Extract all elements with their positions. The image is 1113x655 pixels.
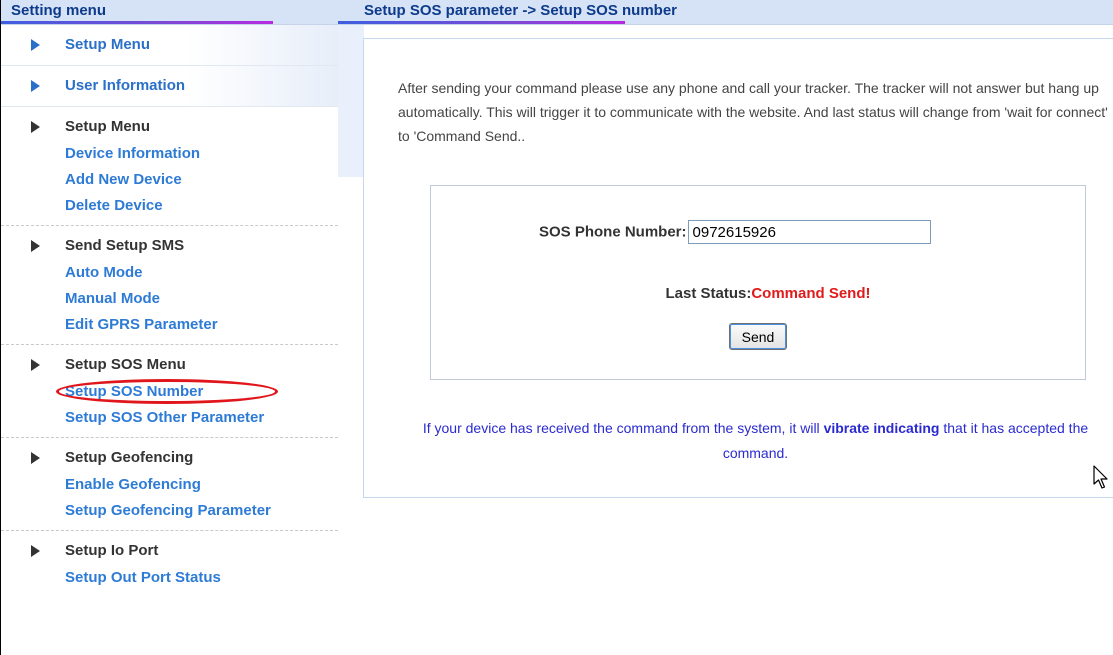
header-stub bbox=[338, 25, 364, 177]
sidebar: Setting menu Setup Menu User Information… bbox=[1, 0, 338, 655]
link-edit-gprs-parameter[interactable]: Edit GPRS Parameter bbox=[1, 312, 338, 338]
link-device-information[interactable]: Device Information bbox=[1, 141, 338, 167]
link-setup-sos-number[interactable]: Setup SOS Number bbox=[1, 379, 338, 405]
triangle-right-icon bbox=[31, 80, 40, 92]
triangle-right-icon bbox=[31, 545, 40, 557]
sidebar-item-user-information[interactable]: User Information bbox=[1, 66, 338, 107]
menu-group-setup-geofencing: Setup Geofencing Enable Geofencing Setup… bbox=[1, 438, 338, 531]
page-title: Setup SOS parameter -> Setup SOS number bbox=[364, 2, 677, 19]
menu-group-send-setup-sms: Send Setup SMS Auto Mode Manual Mode Edi… bbox=[1, 226, 338, 345]
intro-text: After sending your command please use an… bbox=[398, 80, 1108, 144]
main-header: Setup SOS parameter -> Setup SOS number bbox=[338, 0, 1113, 25]
phone-label: SOS Phone Number: bbox=[539, 223, 687, 241]
triangle-right-icon bbox=[31, 359, 40, 371]
sos-phone-input[interactable] bbox=[687, 220, 931, 244]
note-text-before: If your device has received the command … bbox=[422, 420, 824, 436]
note-text-bold: vibrate indicating bbox=[823, 420, 940, 436]
triangle-right-icon bbox=[31, 121, 40, 133]
link-setup-geofencing-parameter[interactable]: Setup Geofencing Parameter bbox=[1, 498, 338, 524]
triangle-right-icon bbox=[31, 240, 40, 252]
sidebar-title: Setting menu bbox=[11, 2, 107, 19]
group-title-label: Setup Io Port bbox=[65, 542, 159, 559]
header-underline bbox=[1, 21, 273, 24]
sos-form: SOS Phone Number: Last Status:Command Se… bbox=[430, 185, 1108, 489]
link-setup-out-port-status[interactable]: Setup Out Port Status bbox=[1, 565, 338, 591]
triangle-right-icon bbox=[31, 452, 40, 464]
main-content: Setup SOS parameter -> Setup SOS number … bbox=[338, 0, 1113, 655]
status-value: Command Send! bbox=[751, 285, 871, 302]
group-title-label: Send Setup SMS bbox=[65, 237, 185, 254]
phone-row: SOS Phone Number: bbox=[539, 220, 931, 244]
link-setup-sos-other-parameter[interactable]: Setup SOS Other Parameter bbox=[1, 405, 338, 431]
group-title-label: Setup Menu bbox=[65, 118, 150, 135]
triangle-right-icon bbox=[31, 39, 40, 51]
mouse-cursor-icon bbox=[1093, 465, 1108, 489]
menu-group-setup-io-port: Setup Io Port Setup Out Port Status bbox=[1, 531, 338, 591]
send-button[interactable]: Send bbox=[729, 323, 787, 350]
group-title-label: Setup Geofencing bbox=[65, 449, 194, 466]
sidebar-item-label: User Information bbox=[65, 77, 186, 94]
link-manual-mode[interactable]: Manual Mode bbox=[1, 286, 338, 312]
group-title-label: Setup SOS Menu bbox=[65, 356, 186, 373]
menu-group-setup-menu: Setup Menu Device Information Add New De… bbox=[1, 107, 338, 226]
sidebar-item-label: Setup Menu bbox=[65, 36, 150, 53]
status-label: Last Status: bbox=[665, 285, 752, 302]
vibrate-note: If your device has received the command … bbox=[400, 416, 1111, 466]
link-enable-geofencing[interactable]: Enable Geofencing bbox=[1, 472, 338, 498]
status-row: Last Status:Command Send! bbox=[431, 285, 1085, 302]
link-delete-device[interactable]: Delete Device bbox=[1, 193, 338, 219]
menu-group-setup-sos-menu: Setup SOS Menu Setup SOS Number Setup SO… bbox=[1, 345, 338, 438]
link-add-new-device[interactable]: Add New Device bbox=[1, 167, 338, 193]
link-label: Setup SOS Number bbox=[65, 383, 204, 400]
header-underline bbox=[338, 21, 625, 24]
sidebar-item-setup-menu[interactable]: Setup Menu bbox=[1, 25, 338, 66]
sidebar-header: Setting menu bbox=[1, 0, 338, 25]
link-auto-mode[interactable]: Auto Mode bbox=[1, 260, 338, 286]
